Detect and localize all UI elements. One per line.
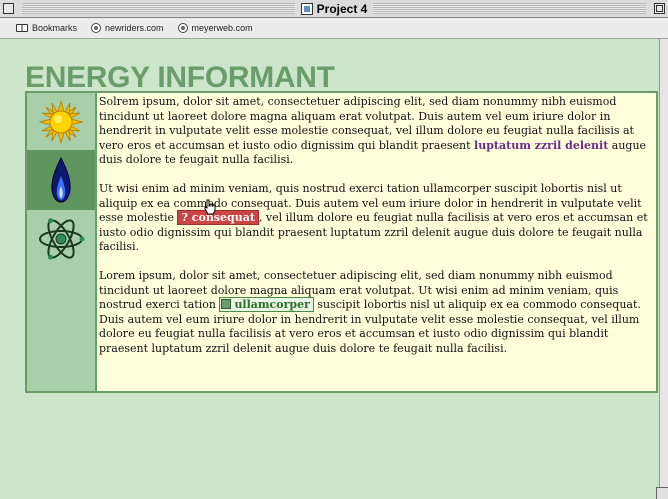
- luptatum-link[interactable]: luptatum zzril delenit: [474, 139, 608, 152]
- globe-icon: [177, 23, 188, 33]
- book-icon: [16, 24, 28, 32]
- consequat-badge-link[interactable]: ? consequat: [177, 210, 259, 225]
- globe-icon: [91, 23, 102, 33]
- page-title: ENERGY INFORMANT: [25, 61, 335, 94]
- ullamcorper-badge-label: ullamcorper: [234, 298, 310, 311]
- sun-icon: [39, 99, 83, 144]
- bookmark-label: meyerweb.com: [191, 23, 253, 33]
- vertical-scrollbar[interactable]: [659, 39, 668, 499]
- resize-handle[interactable]: [656, 487, 668, 499]
- content-box: Solrem ipsum, dolor sit amet, consectetu…: [25, 91, 658, 393]
- paragraph-3: Lorem ipsum, dolor sit amet, consectetue…: [99, 269, 652, 356]
- sun-cell: [27, 93, 95, 150]
- square-icon: [221, 299, 232, 309]
- flame-cell: [27, 150, 95, 210]
- bookmarks-bar: Bookmarks newriders.com meyerweb.com: [0, 18, 668, 39]
- document-icon: [300, 2, 313, 15]
- bookmarks-label: Bookmarks: [32, 23, 78, 33]
- atom-icon: [39, 218, 85, 260]
- hand-cursor-icon: [204, 199, 216, 215]
- consequat-badge-label: consequat: [191, 211, 255, 224]
- bookmark-newriders[interactable]: newriders.com: [91, 23, 164, 33]
- window-title-bar[interactable]: Project 4: [0, 0, 668, 18]
- bookmarks-button[interactable]: Bookmarks: [16, 23, 77, 33]
- window-title-inner: Project 4: [294, 1, 374, 16]
- page-viewport[interactable]: ENERGY INFORMANT Solrem ipsum, dolor sit…: [0, 39, 668, 499]
- icon-column: [27, 93, 97, 391]
- atom-cell: [27, 210, 95, 268]
- ullamcorper-badge-link[interactable]: ullamcorper: [219, 297, 314, 312]
- bookmark-label: newriders.com: [105, 23, 164, 33]
- window-title-wrap: Project 4: [0, 0, 668, 17]
- question-mark-icon: ?: [181, 211, 188, 224]
- zoom-box-icon[interactable]: [654, 3, 665, 14]
- window-title: Project 4: [316, 1, 368, 16]
- paragraph-2: Ut wisi enim ad minim veniam, quis nostr…: [99, 182, 652, 255]
- article-text: Solrem ipsum, dolor sit amet, consectetu…: [97, 93, 656, 391]
- flame-icon: [51, 156, 71, 203]
- bookmark-meyerweb[interactable]: meyerweb.com: [177, 23, 253, 33]
- paragraph-1: Solrem ipsum, dolor sit amet, consectetu…: [99, 95, 652, 168]
